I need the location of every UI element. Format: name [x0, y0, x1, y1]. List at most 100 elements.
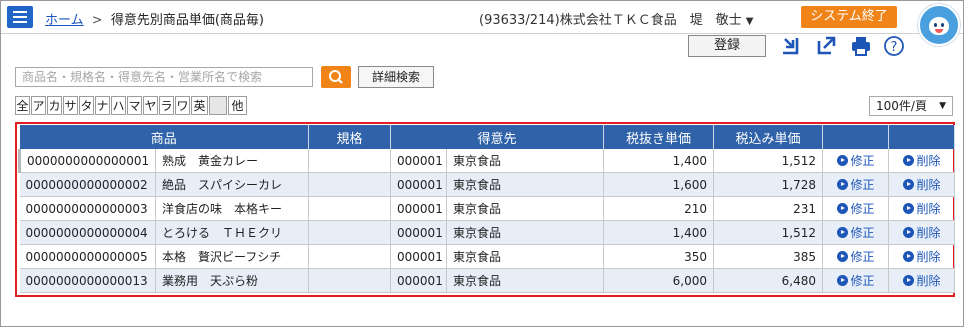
- user-info: (93633/214)株式会社ＴＫＣ食品 堤 敬士: [479, 13, 742, 28]
- mascot-logo-icon[interactable]: [918, 4, 960, 46]
- system-exit-button[interactable]: システム終了: [801, 6, 897, 28]
- play-circle-icon: [836, 227, 848, 238]
- kana-filter-blank[interactable]: [209, 96, 227, 115]
- product-spec: [308, 220, 392, 245]
- table-row[interactable]: 0000000000000002 絶品 スパイシーカレ 000001 東京食品 …: [19, 172, 956, 197]
- edit-label: 修正: [850, 178, 875, 192]
- per-page-select[interactable]: 100件/頁 ▼: [869, 96, 953, 116]
- price-in-tax: 1,512: [713, 149, 824, 173]
- kana-filter-bar: 全 ア カ サ タ ナ ハ マ ヤ ラ ワ 英 他: [15, 96, 248, 115]
- column-header-price-in-tax[interactable]: 税込み単価: [713, 125, 824, 149]
- edit-button[interactable]: 修正: [822, 244, 890, 269]
- table-row[interactable]: 0000000000000013 業務用 天ぷら粉 000001 東京食品 6,…: [19, 268, 956, 293]
- product-code: 0000000000000004: [19, 220, 156, 245]
- svg-text:?: ?: [891, 40, 898, 55]
- product-code: 0000000000000005: [19, 244, 156, 269]
- delete-button[interactable]: 削除: [888, 268, 956, 293]
- page-title: 得意先別商品単価(商品毎): [110, 13, 264, 28]
- column-header-price-ex-tax[interactable]: 税抜き単価: [603, 125, 715, 149]
- price-ex-tax: 1,400: [603, 220, 715, 245]
- search-button[interactable]: [321, 66, 351, 88]
- product-name: 熟成 黄金カレー: [155, 149, 310, 173]
- breadcrumb-home-link[interactable]: ホーム: [45, 13, 84, 28]
- customer-name: 東京食品: [446, 268, 605, 293]
- export-icon[interactable]: [813, 33, 839, 59]
- column-header-product[interactable]: 商品: [19, 125, 310, 149]
- customer-code: 000001: [390, 196, 448, 221]
- table-row[interactable]: 0000000000000003 洋食店の味 本格キー 000001 東京食品 …: [19, 196, 956, 221]
- kana-filter-all[interactable]: 全: [15, 96, 30, 115]
- kana-filter-a[interactable]: ア: [31, 96, 46, 115]
- column-header-spec[interactable]: 規格: [308, 125, 392, 149]
- import-icon[interactable]: [779, 33, 805, 59]
- kana-filter-ma[interactable]: マ: [127, 96, 142, 115]
- edit-button[interactable]: 修正: [822, 172, 890, 197]
- play-circle-icon: [902, 251, 914, 262]
- customer-code: 000001: [390, 244, 448, 269]
- play-circle-icon: [902, 203, 914, 214]
- product-code: 0000000000000013: [19, 268, 156, 293]
- delete-button[interactable]: 削除: [888, 196, 956, 221]
- kana-filter-ka[interactable]: カ: [47, 96, 62, 115]
- kana-filter-ra[interactable]: ラ: [159, 96, 174, 115]
- product-spec: [308, 172, 392, 197]
- kana-filter-wa[interactable]: ワ: [175, 96, 190, 115]
- help-icon[interactable]: ?: [881, 33, 907, 59]
- column-header-customer[interactable]: 得意先: [390, 125, 605, 149]
- play-circle-icon: [902, 155, 914, 166]
- delete-label: 削除: [916, 202, 941, 216]
- edit-button[interactable]: 修正: [822, 220, 890, 245]
- advanced-search-button[interactable]: 詳細検索: [358, 66, 434, 88]
- search-icon: [329, 70, 343, 84]
- price-in-tax: 231: [713, 196, 824, 221]
- kana-filter-other[interactable]: 他: [228, 96, 247, 115]
- kana-filter-sa[interactable]: サ: [63, 96, 78, 115]
- search-input[interactable]: [15, 67, 313, 87]
- product-code: 0000000000000003: [19, 196, 156, 221]
- hamburger-menu-icon[interactable]: [7, 6, 33, 28]
- register-button[interactable]: 登録: [688, 35, 766, 57]
- delete-button[interactable]: 削除: [888, 220, 956, 245]
- product-name: 洋食店の味 本格キー: [155, 196, 310, 221]
- product-name: 業務用 天ぷら粉: [155, 268, 310, 293]
- product-spec: [308, 196, 392, 221]
- customer-name: 東京食品: [446, 220, 605, 245]
- kana-filter-ta[interactable]: タ: [79, 96, 94, 115]
- table-row[interactable]: 0000000000000005 本格 贅沢ビーフシチ 000001 東京食品 …: [19, 244, 956, 269]
- delete-button[interactable]: 削除: [888, 172, 956, 197]
- customer-name: 東京食品: [446, 196, 605, 221]
- column-header-delete: [888, 125, 956, 149]
- app-frame: ホーム > 得意先別商品単価(商品毎) (93633/214)株式会社ＴＫＣ食品…: [0, 0, 964, 327]
- caret-down-icon: ▼: [745, 16, 754, 27]
- play-circle-icon: [902, 275, 914, 286]
- kana-filter-na[interactable]: ナ: [95, 96, 110, 115]
- caret-down-icon: ▼: [939, 101, 946, 111]
- kana-filter-alpha[interactable]: 英: [191, 96, 208, 115]
- kana-filter-ha[interactable]: ハ: [111, 96, 126, 115]
- edit-label: 修正: [850, 154, 875, 168]
- table-row[interactable]: 0000000000000004 とろける ＴＨＥクリ 000001 東京食品 …: [19, 220, 956, 245]
- price-in-tax: 1,728: [713, 172, 824, 197]
- delete-button[interactable]: 削除: [888, 149, 956, 173]
- price-in-tax: 6,480: [713, 268, 824, 293]
- delete-label: 削除: [916, 274, 941, 288]
- edit-label: 修正: [850, 226, 875, 240]
- price-in-tax: 385: [713, 244, 824, 269]
- delete-button[interactable]: 削除: [888, 244, 956, 269]
- table-header-row: 商品 規格 得意先 税抜き単価 税込み単価: [19, 125, 956, 149]
- customer-code: 000001: [390, 172, 448, 197]
- edit-button[interactable]: 修正: [822, 149, 890, 173]
- customer-name: 東京食品: [446, 149, 605, 173]
- price-table-container: 商品 規格 得意先 税抜き単価 税込み単価 0000000000000001 熟…: [15, 122, 956, 297]
- kana-filter-ya[interactable]: ヤ: [143, 96, 158, 115]
- user-menu[interactable]: (93633/214)株式会社ＴＫＣ食品 堤 敬士 ▼: [479, 9, 753, 28]
- product-name: 絶品 スパイシーカレ: [155, 172, 310, 197]
- product-code: 0000000000000002: [19, 172, 156, 197]
- print-icon[interactable]: [848, 33, 874, 59]
- product-name: 本格 贅沢ビーフシチ: [155, 244, 310, 269]
- edit-button[interactable]: 修正: [822, 268, 890, 293]
- edit-button[interactable]: 修正: [822, 196, 890, 221]
- table-row[interactable]: 0000000000000001 熟成 黄金カレー 000001 東京食品 1,…: [18, 149, 956, 173]
- play-circle-icon: [836, 203, 848, 214]
- play-circle-icon: [836, 179, 848, 190]
